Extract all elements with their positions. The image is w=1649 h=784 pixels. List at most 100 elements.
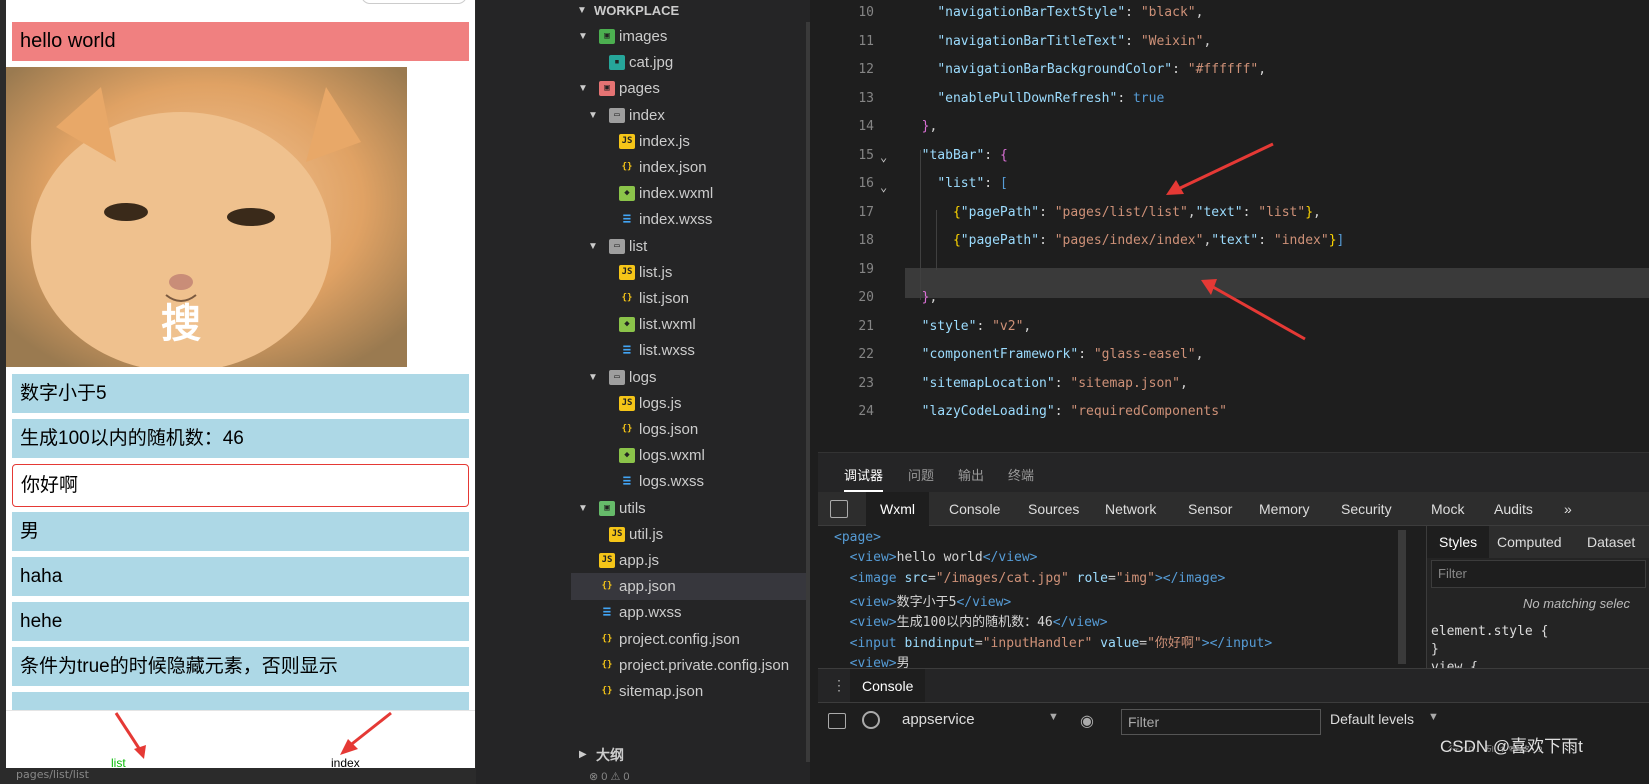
- tab-computed[interactable]: Computed: [1497, 534, 1562, 550]
- tree-item[interactable]: ◆ list.wxml: [571, 311, 810, 338]
- tab-sensor[interactable]: Sensor: [1188, 501, 1232, 517]
- capsule-button[interactable]: [361, 0, 467, 4]
- tree-item-label: list: [629, 237, 648, 255]
- code-line[interactable]: "navigationBarTitleText": "Weixin",: [906, 34, 1211, 49]
- code-line[interactable]: {"pagePath": "pages/index/index","text":…: [906, 233, 1344, 248]
- tree-item[interactable]: {} logs.json: [571, 416, 810, 443]
- levels-dropdown-icon[interactable]: ▼: [1428, 711, 1439, 723]
- code-line[interactable]: "navigationBarBackgroundColor": "#ffffff…: [906, 62, 1266, 77]
- tab-sources[interactable]: Sources: [1028, 501, 1079, 517]
- code-editor[interactable]: 10 "navigationBarTextStyle": "black", 11 …: [818, 0, 1649, 452]
- fold-chevron-icon[interactable]: ⌄: [880, 150, 887, 164]
- code-line[interactable]: "style": "v2",: [906, 319, 1032, 334]
- indent-guide: [920, 150, 921, 300]
- more-tabs-icon[interactable]: »: [1564, 501, 1572, 517]
- styles-filter-input[interactable]: Filter: [1431, 560, 1646, 588]
- tree-item-label: logs.wxml: [639, 447, 705, 465]
- tree-item[interactable]: {} index.json: [571, 154, 810, 181]
- clear-console-icon[interactable]: [862, 711, 880, 729]
- console-filter-input[interactable]: Filter: [1121, 709, 1321, 735]
- tab-problems[interactable]: 问题: [908, 465, 934, 484]
- tree-item[interactable]: ≡ logs.wxss: [571, 468, 810, 495]
- tab-styles[interactable]: Styles: [1427, 526, 1490, 558]
- log-levels-select[interactable]: Default levels: [1330, 711, 1414, 727]
- wxml-node[interactable]: <image src="/images/cat.jpg" role="img">…: [834, 571, 1226, 586]
- tree-item[interactable]: {} sitemap.json: [571, 678, 810, 705]
- chevron-down-icon[interactable]: ▼: [577, 75, 589, 102]
- wxml-node[interactable]: <page>: [834, 530, 881, 545]
- code-line[interactable]: "list": [: [906, 176, 1007, 191]
- tree-item[interactable]: JS list.js: [571, 259, 810, 286]
- code-line[interactable]: "enablePullDownRefresh": true: [906, 91, 1164, 106]
- greeting-input[interactable]: 你好啊: [12, 464, 469, 507]
- tab-mock[interactable]: Mock: [1431, 501, 1464, 517]
- tab-security[interactable]: Security: [1341, 501, 1392, 517]
- chevron-down-icon[interactable]: ▼: [577, 23, 589, 50]
- fold-chevron-icon[interactable]: ⌄: [880, 180, 887, 194]
- eye-icon[interactable]: ◉: [1080, 711, 1094, 731]
- tab-console[interactable]: Console: [949, 501, 1000, 517]
- tree-item[interactable]: ▼ ▣ pages: [571, 75, 810, 102]
- code-line[interactable]: {"pagePath": "pages/list/list","text": "…: [906, 205, 1321, 220]
- sidebar-toggle-icon[interactable]: [828, 713, 846, 729]
- explorer-header[interactable]: ▼ WORKPLACE: [571, 0, 810, 22]
- tree-item[interactable]: {} project.config.json: [571, 626, 810, 653]
- chevron-down-icon[interactable]: ▼: [587, 233, 599, 260]
- chevron-right-icon: ▶: [579, 749, 587, 760]
- code-line[interactable]: "componentFramework": "glass-easel",: [906, 347, 1204, 362]
- wxml-node[interactable]: <input bindinput="inputHandler" value="你…: [834, 632, 1273, 651]
- outline-section[interactable]: ▶ 大纲: [571, 742, 810, 768]
- inspect-element-icon[interactable]: [830, 500, 848, 518]
- code-line[interactable]: },: [906, 290, 938, 305]
- tab-terminal[interactable]: 终端: [1008, 465, 1034, 484]
- console-drawer-tab[interactable]: Console: [850, 669, 926, 703]
- tab-audits[interactable]: Audits: [1494, 501, 1533, 517]
- tree-item[interactable]: ◆ index.wxml: [571, 180, 810, 207]
- code-line[interactable]: "tabBar": {: [906, 148, 1008, 163]
- code-line[interactable]: "lazyCodeLoading": "requiredComponents": [906, 404, 1227, 419]
- context-select[interactable]: appservice: [902, 711, 975, 728]
- tree-item[interactable]: ▼ ▣ utils: [571, 495, 810, 522]
- wxml-scrollbar[interactable]: [1398, 530, 1406, 664]
- drawer-menu-icon[interactable]: ⋮: [832, 677, 846, 694]
- console-drawer-header: ⋮ Console: [818, 668, 1649, 703]
- tree-item[interactable]: JS util.js: [571, 521, 810, 548]
- tree-item[interactable]: ◆ logs.wxml: [571, 442, 810, 469]
- tree-item[interactable]: ≡ index.wxss: [571, 206, 810, 233]
- context-dropdown-icon[interactable]: ▼: [1048, 711, 1059, 723]
- code-line[interactable]: "sitemapLocation": "sitemap.json",: [906, 376, 1188, 391]
- tree-item[interactable]: JS index.js: [571, 128, 810, 155]
- tree-item-label: app.js: [619, 552, 660, 569]
- tree-item[interactable]: {} app.json: [571, 573, 810, 601]
- wxml-node[interactable]: <view>hello world</view>: [834, 550, 1038, 565]
- tree-item[interactable]: ≡ list.wxss: [571, 337, 810, 364]
- tree-item[interactable]: ≡ app.wxss: [571, 599, 810, 626]
- tree-item[interactable]: {} list.json: [571, 285, 810, 312]
- tab-dataset[interactable]: Dataset: [1587, 534, 1635, 550]
- tree-item[interactable]: JS logs.js: [571, 390, 810, 417]
- wxml-node[interactable]: <view>生成100以内的随机数：46</view>: [834, 611, 1108, 630]
- wxml-node[interactable]: <view>数字小于5</view>: [834, 591, 1012, 610]
- tab-output[interactable]: 输出: [958, 465, 984, 484]
- tab-wxml[interactable]: Wxml: [866, 492, 929, 526]
- workspace-title: WORKPLACE: [594, 3, 680, 18]
- chevron-down-icon[interactable]: ▼: [587, 364, 599, 391]
- chevron-down-icon[interactable]: ▼: [577, 495, 589, 522]
- explorer-scrollbar[interactable]: [806, 22, 810, 762]
- json-file-icon: {}: [621, 424, 633, 434]
- tree-item[interactable]: ▼ ▭ logs: [571, 364, 810, 391]
- tree-item[interactable]: ▼ ▭ list: [571, 233, 810, 260]
- tree-item[interactable]: ▼ ▣ images: [571, 23, 810, 50]
- tab-memory[interactable]: Memory: [1259, 501, 1310, 517]
- chevron-down-icon[interactable]: ▼: [587, 102, 599, 129]
- tree-item[interactable]: ▼ ▭ index: [571, 102, 810, 129]
- devtools-tabs: Wxml Console Sources Network Sensor Memo…: [818, 492, 1649, 526]
- tree-item[interactable]: {} project.private.config.json: [571, 652, 810, 679]
- tree-item[interactable]: ▪ cat.jpg: [571, 49, 810, 76]
- tab-debugger[interactable]: 调试器: [844, 465, 884, 492]
- code-line[interactable]: },: [906, 119, 938, 134]
- tree-item[interactable]: JS app.js: [571, 547, 810, 574]
- code-line[interactable]: "navigationBarTextStyle": "black",: [906, 5, 1203, 20]
- tree-item-label: list.js: [639, 263, 673, 281]
- tab-network[interactable]: Network: [1105, 501, 1156, 517]
